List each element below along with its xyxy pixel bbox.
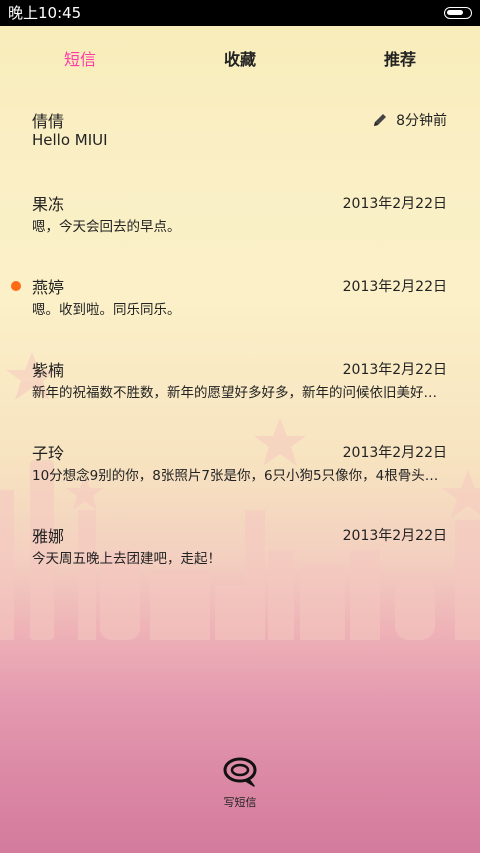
message-snippet: 嗯。收到啦。同乐同乐。 [32, 302, 181, 318]
unread-dot-icon [11, 281, 21, 291]
conversation-item[interactable]: 倩倩 8分钟前 Hello MIUI [0, 100, 480, 183]
conversation-item[interactable]: 燕婷 2013年2月22日 嗯。收到啦。同乐同乐。 [0, 266, 480, 349]
compose-label: 写短信 [223, 796, 257, 809]
tab-bar: 短信 收藏 推荐 [0, 26, 480, 90]
battery-icon [444, 7, 472, 19]
status-time: 晚上10:45 [8, 4, 82, 22]
contact-name: 果冻 [32, 195, 65, 214]
conversation-list: 倩倩 8分钟前 Hello MIUI 果冻 2013年2月22日 嗯，今天会回去… [0, 100, 480, 598]
message-date: 2013年2月22日 [342, 279, 447, 295]
message-date: 2013年2月22日 [342, 528, 447, 544]
message-time: 8分钟前 [396, 113, 447, 129]
contact-name: 雅娜 [32, 527, 65, 546]
conversation-item[interactable]: 果冻 2013年2月22日 嗯，今天会回去的早点。 [0, 183, 480, 266]
message-snippet: 新年的祝福数不胜数，新年的愿望好多好多，新年的问候依旧美好… [32, 385, 437, 401]
contact-name: 子玲 [32, 444, 65, 463]
tab-recommend[interactable]: 推荐 [340, 46, 460, 70]
message-date: 2013年2月22日 [342, 362, 447, 378]
contact-name: 燕婷 [32, 278, 65, 297]
conversation-item[interactable]: 子玲 2013年2月22日 10分想念9别的你，8张照片7张是你，6只小狗5只像… [0, 432, 480, 515]
conversation-item[interactable]: 紫楠 2013年2月22日 新年的祝福数不胜数，新年的愿望好多好多，新年的问候依… [0, 349, 480, 432]
pencil-icon [374, 114, 387, 126]
message-snippet: 10分想念9别的你，8张照片7张是你，6只小狗5只像你，4根骨头… [32, 468, 439, 484]
contact-name: 倩倩 [32, 112, 65, 131]
compose-message-button[interactable]: 写短信 [200, 756, 280, 816]
battery-level [447, 10, 463, 15]
tab-messages[interactable]: 短信 [20, 46, 140, 70]
message-snippet: Hello MIUI [32, 131, 108, 149]
contact-name: 紫楠 [32, 361, 65, 380]
status-bar: 晚上10:45 [0, 0, 480, 26]
message-snippet: 今天周五晚上去团建吧，走起！ [32, 551, 221, 567]
message-snippet: 嗯，今天会回去的早点。 [32, 219, 181, 235]
tab-favorites[interactable]: 收藏 [180, 46, 300, 70]
conversation-item[interactable]: 雅娜 2013年2月22日 今天周五晚上去团建吧，走起！ [0, 515, 480, 598]
draft-indicator: 8分钟前 [372, 110, 447, 130]
message-date: 2013年2月22日 [342, 445, 447, 461]
message-date: 2013年2月22日 [342, 196, 447, 212]
chat-bubble-icon [223, 757, 257, 787]
